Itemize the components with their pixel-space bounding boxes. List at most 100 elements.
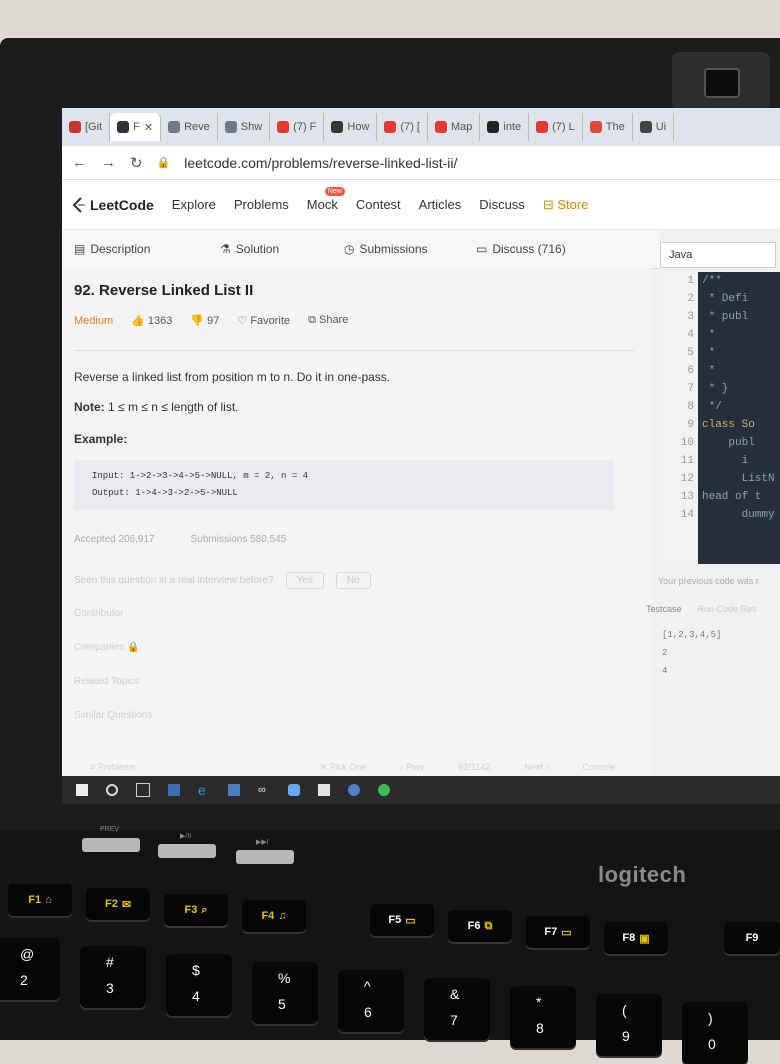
media-next-key[interactable] (236, 850, 294, 864)
browser-tab[interactable]: Map (428, 113, 481, 141)
search-icon[interactable] (106, 784, 118, 796)
browser-tab[interactable]: F ✕ (110, 113, 162, 141)
leetcode-logo[interactable]: LeetCode (72, 197, 154, 213)
browser-tab[interactable]: How (324, 113, 378, 141)
nav-store[interactable]: ⊟ Store (543, 197, 589, 213)
run-code-result-tab[interactable]: Run Code Res (698, 604, 757, 614)
yes-button[interactable]: Yes (285, 572, 324, 589)
link-icon[interactable]: ∞ (258, 784, 270, 796)
nav-problems[interactable]: Problems (234, 197, 289, 212)
key-digit: 3 (106, 980, 114, 996)
number-key[interactable]: % 5 (252, 962, 318, 1024)
testcase-value[interactable]: 4 (662, 666, 667, 676)
similar-questions-section[interactable]: Similar Questions (74, 710, 152, 721)
app-icon[interactable] (228, 784, 240, 796)
number-key[interactable]: & 7 (424, 978, 490, 1040)
pick-one-button[interactable]: ✕ Pick One (320, 762, 367, 773)
tab-description[interactable]: ▤ Description (74, 242, 150, 256)
problems-list-button[interactable]: ≡ Problems (90, 762, 136, 772)
number-key[interactable]: @2 (0, 938, 60, 1000)
f7-key[interactable]: F7 ▭ (526, 916, 590, 948)
back-icon[interactable]: ← (72, 154, 87, 171)
url-text[interactable]: leetcode.com/problems/reverse-linked-lis… (184, 155, 457, 171)
tab-discuss[interactable]: ▭ Discuss (716) (476, 242, 566, 256)
code-line[interactable]: * (702, 362, 775, 380)
code-editor[interactable]: 1 2 3 4 5 6 7 8 9 10 11 12 13 14 /** * Defi * publ * … (660, 272, 780, 564)
browser-tab-label: Reve (184, 121, 210, 133)
nav-discuss[interactable]: Discuss (479, 197, 525, 212)
app-icon[interactable] (288, 784, 300, 796)
f6-key[interactable]: F6 ⧉ (448, 910, 512, 942)
f8-key[interactable]: F8 ▣ (604, 922, 668, 954)
media-prev-key[interactable] (82, 838, 140, 852)
nav-mock[interactable]: Mock New (307, 187, 345, 212)
nav-articles[interactable]: Articles (419, 197, 462, 212)
f2-key[interactable]: F2 ✉ (86, 888, 150, 920)
code-line[interactable]: dummy (702, 506, 775, 524)
testcase-value[interactable]: 2 (662, 648, 667, 658)
reload-icon[interactable]: ↻ (130, 154, 143, 172)
code-line[interactable]: * } (702, 380, 775, 398)
code-line[interactable]: */ (702, 398, 775, 416)
code-line[interactable]: * Defi (702, 290, 775, 308)
browser-tab[interactable]: inte (480, 113, 530, 141)
console-button[interactable]: Console (582, 762, 615, 772)
task-view-icon[interactable] (136, 783, 150, 797)
prev-button[interactable]: ‹ Prev (400, 762, 424, 772)
windows-start-icon[interactable] (76, 784, 88, 796)
no-button[interactable]: No (335, 572, 371, 589)
browser-tab[interactable]: Reve (161, 113, 218, 141)
number-key[interactable]: ) 0 (682, 1002, 748, 1064)
number-key[interactable]: $4 (166, 954, 232, 1016)
language-select[interactable]: Java (660, 242, 776, 268)
f5-key[interactable]: F5 ▭ (370, 904, 434, 936)
browser-tab[interactable]: (7) F (270, 113, 325, 141)
browser-tab[interactable]: (7) [ (377, 113, 428, 141)
browser-tab[interactable]: Shw (218, 113, 271, 141)
code-line[interactable]: i (702, 452, 775, 470)
edge-icon[interactable]: e (198, 783, 210, 797)
f4-key[interactable]: F4 ♫ (242, 900, 306, 932)
share-button[interactable]: ⧉ Share (308, 314, 348, 327)
code-line[interactable]: publ (702, 434, 775, 452)
code-line[interactable]: head of t (702, 488, 775, 506)
browser-tab[interactable]: (7) L (529, 113, 583, 141)
chrome-icon[interactable] (348, 784, 360, 796)
number-key[interactable]: ^ 6 (338, 970, 404, 1032)
nav-explore[interactable]: Explore (172, 197, 216, 212)
browser-tab[interactable]: [Git (62, 113, 111, 141)
forward-icon[interactable]: → (101, 154, 116, 171)
f1-key[interactable]: F1 ⌂ (8, 884, 72, 916)
f3-key[interactable]: F3 ⌕ (164, 894, 228, 926)
number-key[interactable]: * 8 (510, 986, 576, 1048)
testcase-tab[interactable]: Testcase (646, 604, 682, 614)
browser-tab[interactable]: Ui (633, 113, 675, 141)
store-app-icon[interactable] (168, 784, 180, 796)
whatsapp-icon[interactable] (378, 784, 390, 796)
related-topics-section[interactable]: Related Topics (74, 676, 139, 687)
app-icon[interactable] (318, 784, 330, 796)
f9-key[interactable]: F9 (724, 922, 780, 954)
next-button[interactable]: Next › (524, 762, 548, 772)
favorite-button[interactable]: ♡ Favorite (237, 314, 290, 327)
browser-tab[interactable]: The (583, 113, 633, 141)
number-key[interactable]: (9 (596, 994, 662, 1056)
code-area[interactable]: /** * Defi * publ * * * * } */class So p… (702, 272, 775, 524)
code-line[interactable]: * publ (702, 308, 775, 326)
testcase-value[interactable]: [1,2,3,4,5] (662, 630, 721, 640)
nav-contest[interactable]: Contest (356, 197, 401, 212)
code-line[interactable]: class So (702, 416, 775, 434)
code-line[interactable]: /** (702, 272, 775, 290)
like-button[interactable]: 👍 1363 (131, 314, 172, 327)
number-key[interactable]: #3 (80, 946, 146, 1008)
code-line[interactable]: ListN (702, 470, 775, 488)
contributor-section[interactable]: Contributor (74, 608, 123, 619)
tab-submissions[interactable]: ◷ Submissions (344, 242, 428, 256)
close-tab-icon[interactable]: ✕ (144, 121, 153, 134)
tab-solution[interactable]: ⚗ Solution (220, 242, 279, 256)
code-line[interactable]: * (702, 344, 775, 362)
dislike-button[interactable]: 👎 97 (190, 314, 219, 327)
code-line[interactable]: * (702, 326, 775, 344)
media-play-key[interactable] (158, 844, 216, 858)
companies-section[interactable]: Companies 🔒 (74, 642, 140, 653)
